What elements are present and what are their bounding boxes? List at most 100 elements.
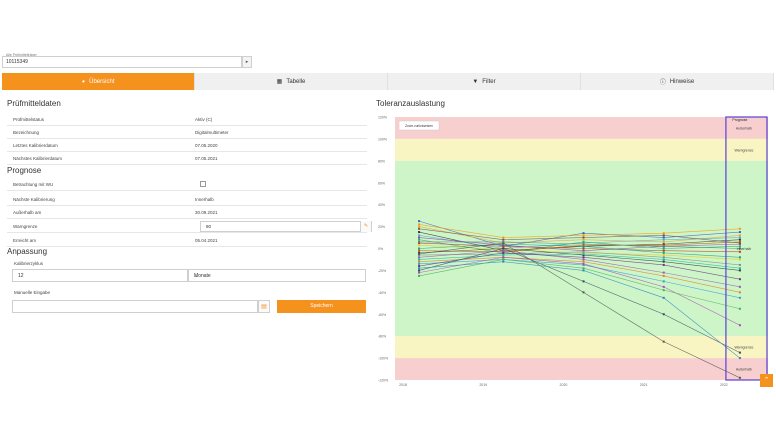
- data-point: [662, 280, 665, 283]
- y-tick-label: -60%: [378, 313, 386, 317]
- data-point: [662, 256, 665, 259]
- dashboard-icon: ◕: [81, 78, 86, 85]
- record-selector: Alle Prüfmittelträger 10115349 ▸: [2, 52, 252, 68]
- row-key: Nächstes Kalibrierdatum: [13, 156, 63, 161]
- calendar-icon[interactable]: ▤: [258, 300, 270, 313]
- warngrenze-value: 80: [206, 224, 212, 229]
- prognose-title: Prognose: [7, 166, 42, 175]
- data-point: [418, 240, 421, 243]
- row-naechstes-datum: Nächstes Kalibrierdatum 07.05.2021: [7, 152, 367, 165]
- zone-band: [395, 138, 768, 161]
- data-point: [662, 254, 665, 257]
- data-point: [418, 247, 421, 250]
- row-warngrenze: Warngrenze 80 ✎: [7, 220, 372, 233]
- data-point: [662, 296, 665, 299]
- tab-hinweise[interactable]: ⓘ Hinweise: [581, 73, 774, 90]
- row-value: 05.04.2021: [195, 238, 218, 243]
- tab-label: Übersicht: [89, 78, 115, 85]
- zone-label: Warngrenze: [734, 148, 753, 152]
- data-point: [738, 242, 741, 245]
- tab-tabelle[interactable]: ▦ Tabelle: [195, 73, 388, 90]
- data-point: [418, 260, 421, 263]
- info-icon: ⓘ: [659, 80, 666, 86]
- data-point: [582, 269, 585, 272]
- manuelle-eingabe-input[interactable]: [12, 300, 258, 313]
- row-key: Prüfmittelstatus: [13, 117, 45, 122]
- row-key: Warngrenze: [13, 224, 38, 229]
- data-point: [582, 260, 585, 263]
- data-point: [582, 234, 585, 237]
- data-point: [418, 274, 421, 277]
- data-point: [418, 271, 421, 274]
- record-input[interactable]: 10115349: [2, 56, 242, 68]
- tab-label: Hinweise: [669, 78, 695, 85]
- x-tick-label: 2022: [720, 383, 728, 387]
- data-point: [502, 245, 505, 248]
- data-point: [738, 324, 741, 327]
- data-point: [582, 280, 585, 283]
- data-point: [738, 256, 741, 259]
- data-point: [418, 231, 421, 234]
- data-point: [418, 225, 421, 228]
- data-point: [418, 236, 421, 239]
- zone-label: Außerhalb: [736, 126, 752, 130]
- warngrenze-input[interactable]: 80 ✎: [200, 221, 372, 232]
- data-point: [502, 258, 505, 261]
- edit-icon[interactable]: ✎: [360, 221, 371, 232]
- einheit-select[interactable]: Monate ⌄: [188, 269, 366, 282]
- record-next-button[interactable]: ▸: [242, 56, 252, 68]
- kalibrierzyklus-input[interactable]: 12: [12, 269, 188, 282]
- row-key: Letztes Kalibrierdatum: [13, 143, 58, 148]
- chevron-down-icon: ⌄: [194, 273, 199, 279]
- data-point: [418, 258, 421, 261]
- row-value: 07.05.2021: [195, 156, 218, 161]
- y-tick-label: -100%: [378, 357, 388, 361]
- data-point: [418, 220, 421, 223]
- data-point: [582, 262, 585, 265]
- save-button[interactable]: Speichern: [277, 300, 366, 313]
- x-tick-label: 2018: [399, 383, 407, 387]
- row-key: Betrachtung mit WU: [13, 182, 54, 187]
- data-point: [418, 234, 421, 237]
- data-point: [418, 265, 421, 268]
- data-point: [662, 258, 665, 261]
- row-betrachtung: Betrachtung mit WU: [7, 178, 367, 191]
- tab-uebersicht[interactable]: ◕ Übersicht: [2, 73, 195, 90]
- row-bezeichnung: Bezeichnung Digitalmultimeter: [7, 126, 367, 139]
- kalibrierzyklus-label: Kalibrierzyklus: [14, 261, 44, 266]
- data-point: [502, 236, 505, 239]
- tab-filter[interactable]: ▼ Filter: [388, 73, 581, 90]
- data-point: [662, 249, 665, 252]
- y-tick-label: 80%: [378, 159, 385, 163]
- data-point: [418, 227, 421, 230]
- y-tick-label: 20%: [378, 225, 385, 229]
- data-point: [502, 249, 505, 252]
- data-point: [502, 254, 505, 257]
- data-point: [738, 238, 741, 241]
- data-point: [738, 267, 741, 270]
- y-tick-label: 120%: [378, 116, 387, 120]
- x-tick-label: 2020: [560, 383, 568, 387]
- data-point: [738, 351, 741, 354]
- data-point: [662, 251, 665, 254]
- zone-label: Warngrenze: [734, 346, 753, 350]
- data-point: [418, 238, 421, 241]
- y-tick-label: -20%: [378, 269, 386, 273]
- data-point: [582, 252, 585, 255]
- data-point: [662, 238, 665, 241]
- scroll-top-icon[interactable]: ⌃: [760, 374, 773, 387]
- tolerance-chart[interactable]: 120% 100% 80% 60% 40% 20% 0% -20% -40% -60% -80% -1…: [376, 112, 774, 388]
- data-point: [738, 227, 741, 230]
- row-value: Digitalmultimeter: [195, 130, 229, 135]
- data-point: [738, 269, 741, 272]
- y-tick-label: -80%: [378, 335, 386, 339]
- data-point: [502, 251, 505, 254]
- row-key: Erreicht am: [13, 238, 37, 243]
- data-point: [738, 291, 741, 294]
- data-point: [738, 278, 741, 281]
- data-point: [418, 223, 421, 226]
- data-point: [502, 238, 505, 241]
- betrachtung-checkbox[interactable]: [200, 181, 206, 187]
- data-point: [582, 256, 585, 259]
- data-point: [418, 252, 421, 255]
